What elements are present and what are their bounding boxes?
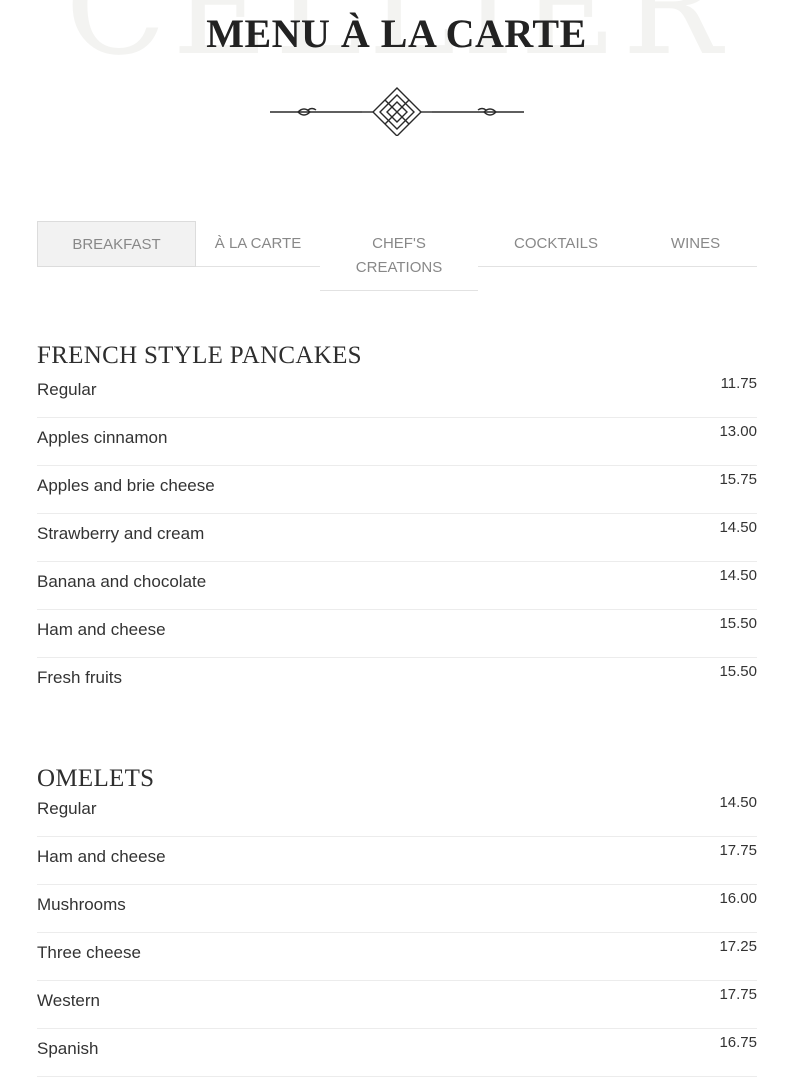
tab-wines[interactable]: WINES [634, 221, 757, 267]
item-name: Fresh fruits [37, 668, 123, 687]
item-name: Ham and cheese [37, 847, 166, 866]
page-title: MENU À LA CARTE [206, 11, 587, 56]
item-price: 15.75 [719, 471, 757, 488]
section-title-french-style-pancakes: FRENCH STYLE PANCAKES [37, 342, 362, 369]
menu-category-tabs: BREAKFAST À LA CARTE CHEF'S CREATIONS CO… [37, 221, 757, 293]
item-name: Ham and cheese [37, 620, 166, 639]
item-name: Mushrooms [37, 895, 126, 914]
tab-label: CHEF'S CREATIONS [355, 235, 443, 276]
item-name: Regular [37, 799, 97, 818]
menu-item: Regular 14.50 [37, 790, 757, 837]
item-price: 16.00 [719, 890, 757, 907]
item-price: 17.75 [719, 842, 757, 859]
item-name: Banana and chocolate [37, 572, 207, 591]
tab-label: COCKTAILS [514, 235, 598, 252]
item-name: Apples cinnamon [37, 428, 168, 447]
item-name: Strawberry and cream [37, 524, 205, 543]
menu-item: Apples cinnamon 13.00 [37, 419, 757, 466]
tab-cocktails[interactable]: COCKTAILS [478, 221, 634, 267]
item-price: 14.50 [719, 519, 757, 536]
tab-a-la-carte[interactable]: À LA CARTE [196, 221, 320, 267]
tab-label: WINES [670, 235, 721, 252]
item-price: 14.50 [719, 794, 757, 811]
menu-list-pancakes: Regular 11.75 Apples cinnamon 13.00 Apples… [37, 371, 757, 707]
item-price: 14.50 [719, 567, 757, 584]
item-price: 16.75 [719, 1034, 757, 1051]
menu-item: Western 17.75 [37, 982, 757, 1029]
tab-chefs-creations[interactable]: CHEF'S CREATIONS [320, 221, 478, 291]
menu-item: Fresh fruits 15.50 [37, 659, 757, 706]
item-price: 17.75 [719, 986, 757, 1003]
tab-label: BREAKFAST [72, 236, 161, 253]
item-price: 13.00 [719, 423, 757, 440]
menu-item: Three cheese 17.25 [37, 934, 757, 981]
menu-item: Ham and cheese 17.75 [37, 838, 757, 885]
menu-item: Banana and chocolate 14.50 [37, 563, 757, 610]
menu-item: Spanish 16.75 [37, 1030, 757, 1077]
section-title-omelets: OMELETS [37, 765, 155, 792]
menu-item: Mushrooms 16.00 [37, 886, 757, 933]
tab-breakfast[interactable]: BREAKFAST [37, 221, 196, 267]
item-name: Three cheese [37, 943, 141, 962]
item-name: Regular [37, 380, 97, 399]
menu-item: Ham and cheese 15.50 [37, 611, 757, 658]
item-name: Apples and brie cheese [37, 476, 215, 495]
tab-label: À LA CARTE [214, 235, 302, 252]
menu-item: Regular 11.75 [37, 371, 757, 418]
decorative-knot-divider-icon [270, 87, 524, 136]
item-price: 15.50 [719, 615, 757, 632]
menu-item: Strawberry and cream 14.50 [37, 515, 757, 562]
menu-item: Apples and brie cheese 15.75 [37, 467, 757, 514]
item-price: 11.75 [720, 375, 757, 392]
item-price: 17.25 [719, 938, 757, 955]
item-name: Western [37, 991, 100, 1010]
item-price: 15.50 [719, 663, 757, 680]
menu-list-omelets: Regular 14.50 Ham and cheese 17.75 Mushroo… [37, 790, 757, 1078]
item-name: Spanish [37, 1039, 99, 1058]
